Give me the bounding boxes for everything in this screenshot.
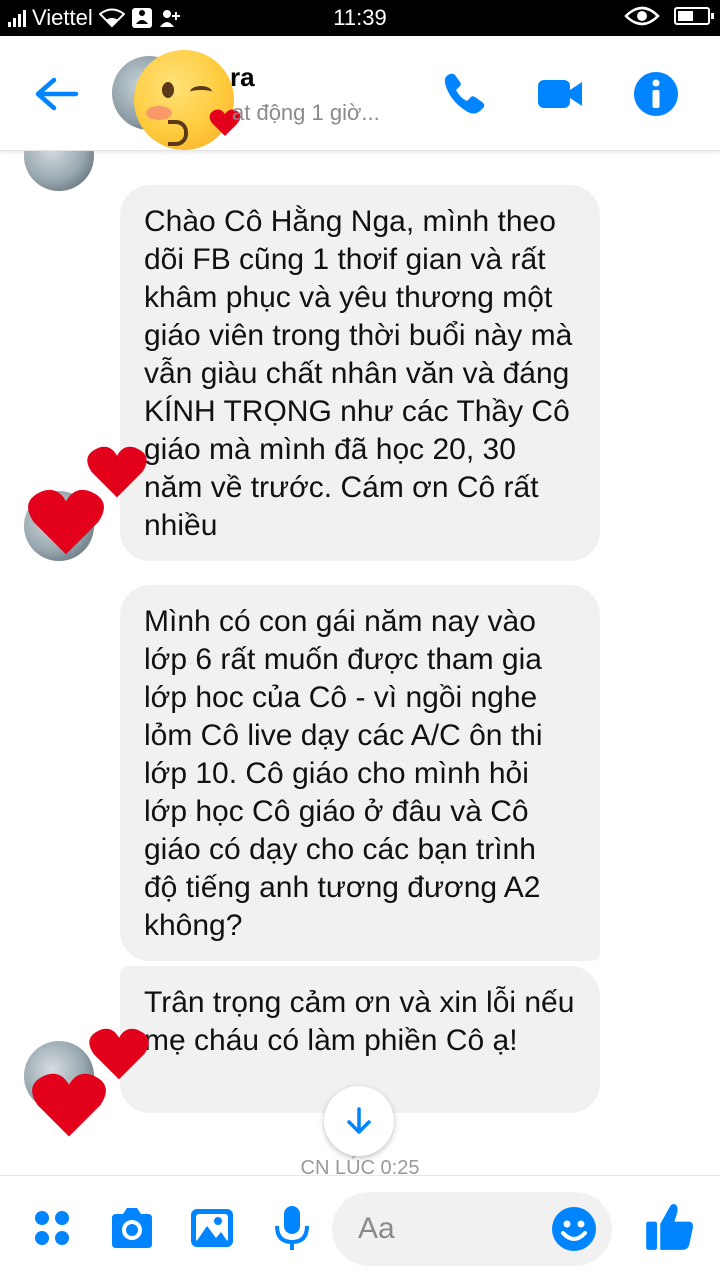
heart-reaction-icon (32, 1073, 106, 1137)
scroll-to-bottom-button[interactable] (324, 1086, 394, 1156)
message-list[interactable]: Chào Cô Hằng Nga, mình theo dõi FB cũng … (0, 151, 720, 1175)
message-bubble[interactable]: Chào Cô Hằng Nga, mình theo dõi FB cũng … (120, 185, 600, 561)
message-bubble[interactable]: Mình có con gái năm nay vào lớp 6 rất mu… (120, 585, 600, 961)
phone-icon[interactable] (440, 70, 488, 118)
message-input[interactable]: Aa (332, 1192, 612, 1266)
status-bar: Viettel 11:39 (0, 0, 720, 36)
contact-name[interactable]: ra (230, 62, 255, 93)
message-timestamp: CN LÚC 0:25 (300, 1157, 420, 1175)
camera-icon[interactable] (108, 1204, 156, 1252)
sender-avatar (24, 151, 94, 191)
heart-reaction-icon (28, 489, 104, 555)
kissing-face-emoji (134, 50, 241, 150)
image-gallery-icon[interactable] (188, 1204, 236, 1252)
video-camera-icon[interactable] (536, 70, 584, 118)
clock: 11:39 (333, 5, 387, 30)
activity-status: ạt động 1 giờ... (232, 100, 380, 125)
emoji-smile-icon[interactable] (550, 1205, 598, 1253)
conversation-header: ra ạt động 1 giờ... (0, 36, 720, 151)
back-arrow-icon[interactable] (32, 76, 80, 112)
info-icon[interactable] (632, 70, 680, 118)
microphone-icon[interactable] (268, 1204, 316, 1252)
battery-icon (674, 7, 714, 25)
arrow-down-icon (347, 1107, 371, 1134)
eye-icon (624, 6, 660, 26)
apps-grid-icon[interactable] (28, 1204, 76, 1252)
composer-bar: Aa (0, 1175, 720, 1281)
input-placeholder: Aa (358, 1212, 395, 1245)
thumbs-up-icon[interactable] (644, 1200, 696, 1252)
status-right (624, 6, 714, 26)
